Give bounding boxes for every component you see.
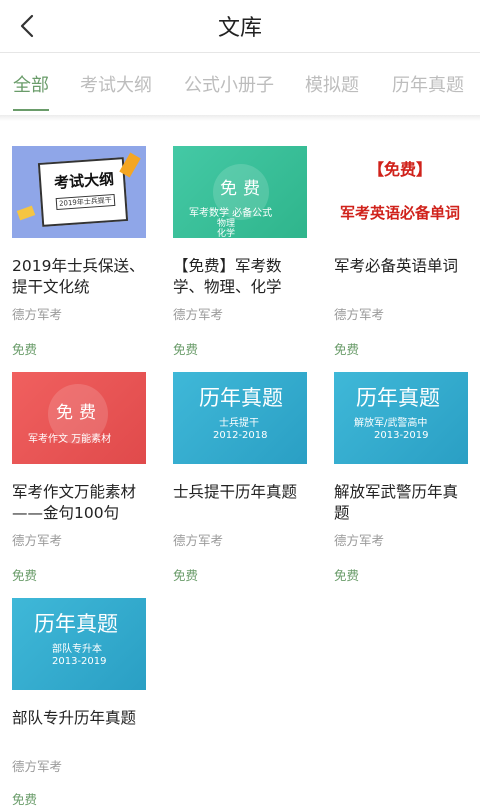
publisher: 德方军考: [12, 307, 63, 322]
top-bar: 文库: [0, 0, 480, 53]
cover-title: 历年真题: [356, 386, 440, 410]
cover-image: 历年真题 士兵提干 2012-2018: [173, 372, 307, 464]
cover-line1: 解放军/武警高中: [354, 418, 428, 429]
publisher: 德方军考: [173, 307, 224, 322]
cover-subtitle: 军考英语必备单词: [340, 204, 461, 222]
document-title: 部队专升历年真题: [12, 709, 137, 727]
back-button[interactable]: [8, 6, 48, 46]
price-label: 免费: [334, 568, 360, 583]
document-card[interactable]: 历年真题 解放军/武警高中 2013-2019 解放军武警历年真题 德方军考 免…: [334, 372, 468, 584]
tab-label: 模拟题: [305, 75, 359, 96]
publisher: 德方军考: [12, 533, 63, 548]
tab-all[interactable]: 全部: [13, 53, 49, 115]
cover-image: 免费 军考作文 万能素材: [12, 372, 146, 464]
tab-label: 历年真题: [392, 75, 464, 96]
cover-image: 考试大纲 2019年士兵提干: [12, 146, 146, 238]
price-label: 免费: [12, 568, 38, 583]
document-card[interactable]: 考试大纲 2019年士兵提干 2019年士兵保送、提干文化统 德方军考 免费: [12, 146, 146, 358]
cover-image: 历年真题 部队专升本 2013-2019: [12, 598, 146, 690]
tab-formula-booklet[interactable]: 公式小册子: [184, 53, 274, 115]
document-title: 【免费】军考数学、物理、化学: [173, 257, 282, 296]
cover-title: 考试大纲: [53, 169, 115, 193]
document-card[interactable]: 【免费】 军考英语必备单词 军考必备英语单词 德方军考 免费: [334, 146, 468, 358]
cover-title: 历年真题: [34, 612, 118, 636]
document-title: 军考作文万能素材——金句100句: [12, 483, 137, 522]
notebook-illustration: [37, 157, 129, 227]
tab-label: 公式小册子: [184, 75, 274, 96]
cover-image: 免费 军考数学 必备公式 物理 化学: [173, 146, 307, 238]
eraser-illustration: [16, 205, 36, 221]
category-tabs: 全部 考试大纲 公式小册子 模拟题 历年真题: [0, 53, 480, 115]
cover-image: 历年真题 解放军/武警高中 2013-2019: [334, 372, 468, 464]
document-card[interactable]: 免费 军考作文 万能素材 军考作文万能素材——金句100句 德方军考 免费: [12, 372, 146, 584]
tab-label: 全部: [13, 75, 49, 96]
cover-title: 历年真题: [199, 386, 283, 410]
price-label: 免费: [173, 568, 199, 583]
chevron-left-icon: [20, 14, 34, 38]
document-title: 士兵提干历年真题: [173, 483, 298, 501]
document-title: 军考必备英语单词: [334, 257, 459, 275]
cover-line3: 化学: [217, 229, 236, 238]
price-label: 免费: [12, 342, 38, 357]
tabs-divider: [0, 115, 480, 121]
cover-title: 【免费】: [368, 160, 433, 179]
cover-title: 免费: [56, 403, 102, 423]
price-label: 免费: [12, 792, 38, 807]
document-title: 解放军武警历年真题: [334, 483, 459, 522]
document-card[interactable]: 免费 军考数学 必备公式 物理 化学 【免费】军考数学、物理、化学 德方军考 免…: [173, 146, 307, 358]
document-title: 2019年士兵保送、提干文化统: [12, 257, 145, 296]
active-tab-indicator: [13, 109, 49, 111]
cover-subtitle: 军考作文 万能素材: [28, 434, 112, 445]
document-card[interactable]: 历年真题 士兵提干 2012-2018 士兵提干历年真题 德方军考 免费: [173, 372, 307, 584]
cover-line1: 士兵提干: [219, 418, 259, 429]
tab-mock-exam[interactable]: 模拟题: [305, 53, 359, 115]
cover-image: 【免费】 军考英语必备单词: [334, 146, 468, 238]
cover-line2: 2013-2019: [374, 430, 429, 441]
tab-exam-outline[interactable]: 考试大纲: [80, 53, 152, 115]
publisher: 德方军考: [12, 759, 63, 774]
cover-line2: 2013-2019: [52, 656, 107, 667]
cover-line1: 部队专升本: [52, 644, 102, 655]
price-label: 免费: [173, 342, 199, 357]
price-label: 免费: [334, 342, 360, 357]
tab-past-papers[interactable]: 历年真题: [392, 53, 464, 115]
publisher: 德方军考: [334, 533, 385, 548]
cover-line2: 2012-2018: [213, 430, 268, 441]
page-title: 文库: [217, 16, 262, 41]
cover-title: 免费: [220, 179, 266, 199]
publisher: 德方军考: [173, 533, 224, 548]
publisher: 德方军考: [334, 307, 385, 322]
tab-label: 考试大纲: [80, 75, 152, 96]
document-card[interactable]: 历年真题 部队专升本 2013-2019 部队专升历年真题 德方军考 免费: [12, 598, 146, 808]
